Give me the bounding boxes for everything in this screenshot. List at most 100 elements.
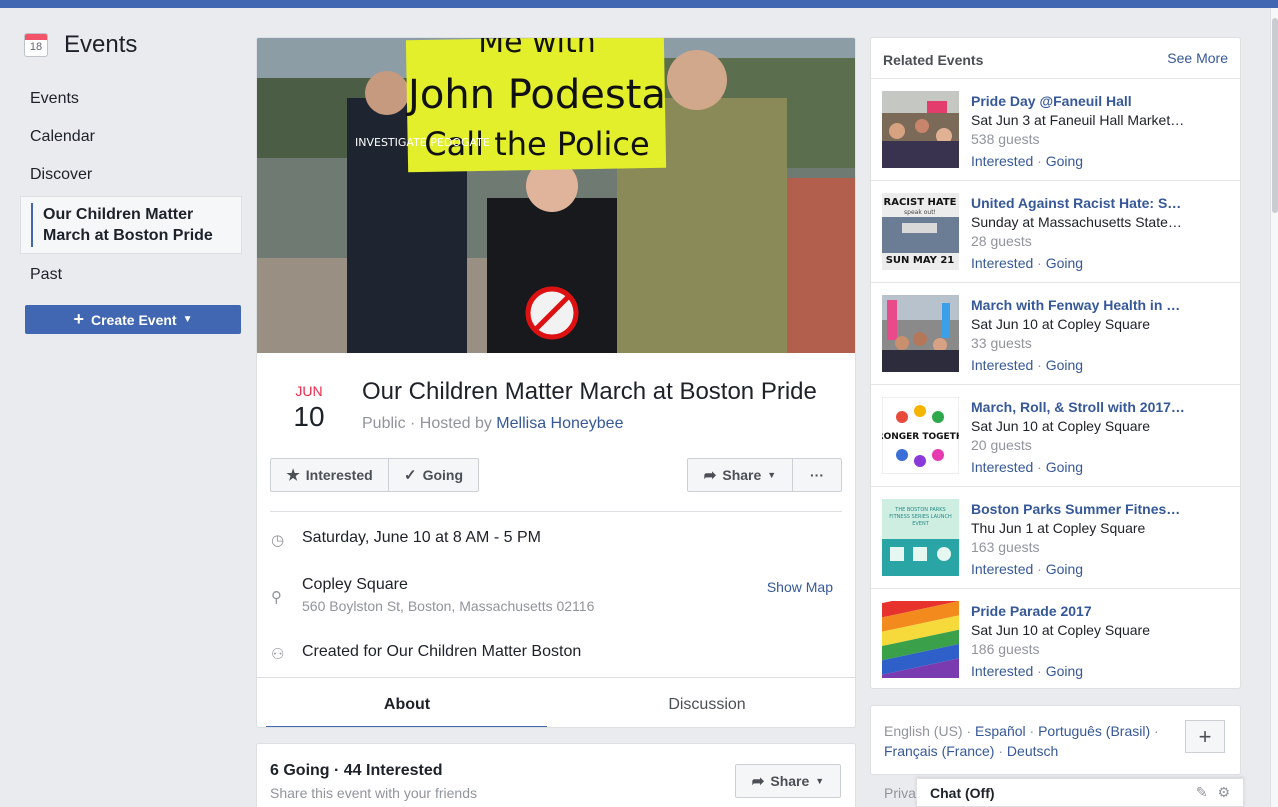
location-pin-icon: ⚲ xyxy=(271,589,282,606)
going-link[interactable]: Going xyxy=(1046,459,1083,475)
related-events-header: Related Events See More xyxy=(871,38,1240,79)
interested-button[interactable]: ★ Interested xyxy=(270,458,389,492)
location-name[interactable]: Copley Square xyxy=(302,576,408,593)
group-icon: ⚇ xyxy=(271,646,285,663)
related-event-name[interactable]: March, Roll, & Stroll with 2017… xyxy=(971,399,1196,415)
event-location-row: ⚲ Copley Square 560 Boylston St, Boston,… xyxy=(271,576,594,614)
interested-label: Interested xyxy=(305,467,373,483)
host-link[interactable]: Mellisa Honeybee xyxy=(496,415,623,432)
related-event-name[interactable]: March with Fenway Health in … xyxy=(971,297,1196,313)
tab-about[interactable]: About xyxy=(257,678,557,727)
event-thumbnail[interactable] xyxy=(882,601,959,678)
thumb-text: RONGER TOGETH xyxy=(882,432,959,442)
going-link[interactable]: Going xyxy=(1046,153,1083,169)
event-thumbnail[interactable] xyxy=(882,91,959,168)
sidebar-item-label: Discover xyxy=(30,166,93,183)
show-map-link[interactable]: Show Map xyxy=(767,579,833,595)
location-address: 560 Boylston St, Boston, Massachusetts 0… xyxy=(302,598,595,614)
tab-discussion[interactable]: Discussion xyxy=(557,678,855,727)
related-events-title: Related Events xyxy=(883,52,984,68)
sidebar-item-current-event[interactable]: Our Children Matter March at Boston Prid… xyxy=(20,196,242,254)
related-event-item[interactable]: RONGER TOGETH March, Roll, & Stroll with… xyxy=(871,385,1240,487)
guest-counts[interactable]: 6 Going · 44 Interested xyxy=(270,762,442,780)
sidebar-item-discover[interactable]: Discover xyxy=(20,156,242,194)
related-event-when: Sunday at Massachusetts State… xyxy=(971,214,1182,230)
more-icon: ··· xyxy=(810,467,824,483)
guest-summary-card: 6 Going · 44 Interested Share this event… xyxy=(256,743,856,807)
event-time: Saturday, June 10 at 8 AM - 5 PM xyxy=(302,529,541,546)
share-arrow-icon: ➦ xyxy=(703,467,717,484)
event-thumbnail[interactable]: RONGER TOGETH xyxy=(882,397,959,474)
going-link[interactable]: Going xyxy=(1046,255,1083,271)
event-thumbnail[interactable] xyxy=(882,295,959,372)
share-label: Share xyxy=(770,773,810,789)
event-thumbnail[interactable]: RACIST HATE speak out! SUN MAY 21 xyxy=(882,193,959,270)
event-month: JUN xyxy=(295,383,323,399)
event-privacy: Public · Hosted by xyxy=(362,415,492,432)
sign-line-2: John Podesta xyxy=(405,72,666,118)
related-event-item[interactable]: March with Fenway Health in … Sat Jun 10… xyxy=(871,283,1240,385)
share-event-button[interactable]: ➦ Share ▼ xyxy=(735,764,841,798)
scrollbar-thumb[interactable] xyxy=(1272,18,1278,213)
language-link[interactable]: Deutsch xyxy=(1007,743,1058,759)
language-link[interactable]: Français (France) xyxy=(884,743,994,759)
gear-icon[interactable]: ⚙ xyxy=(1217,784,1230,800)
going-link[interactable]: Going xyxy=(1046,357,1083,373)
going-button[interactable]: ✓ Going xyxy=(388,458,479,492)
share-button[interactable]: ➦ Share ▼ xyxy=(687,458,793,492)
scrollbar[interactable] xyxy=(1270,8,1278,807)
related-event-when: Sat Jun 3 at Faneuil Hall Market… xyxy=(971,112,1185,128)
sidebar-item-label: Calendar xyxy=(30,128,95,145)
event-host-line: Public · Hosted by Mellisa Honeybee xyxy=(362,415,623,433)
related-event-item[interactable]: Pride Day @Faneuil Hall Sat Jun 3 at Fan… xyxy=(871,79,1240,181)
more-options-button[interactable]: ··· xyxy=(792,458,842,492)
check-icon: ✓ xyxy=(403,467,417,484)
compose-icon[interactable]: ✎ xyxy=(1196,784,1208,800)
created-for[interactable]: Created for Our Children Matter Boston xyxy=(302,643,581,661)
interested-link[interactable]: Interested xyxy=(971,153,1033,169)
related-event-item[interactable]: Pride Parade 2017 Sat Jun 10 at Copley S… xyxy=(871,589,1240,688)
event-day: 10 xyxy=(293,401,325,432)
event-thumbnail[interactable]: THE BOSTON PARKS FITNESS SERIES LAUNCH E… xyxy=(882,499,959,576)
related-event-name[interactable]: Boston Parks Summer Fitnes… xyxy=(971,501,1196,517)
related-event-guests: 163 guests xyxy=(971,539,1040,555)
related-event-name[interactable]: Pride Parade 2017 xyxy=(971,603,1196,619)
caret-down-icon: ▼ xyxy=(182,314,193,325)
privacy-link[interactable]: Priva xyxy=(884,785,916,801)
create-event-label: Create Event xyxy=(91,311,177,328)
sidebar-title[interactable]: Events xyxy=(64,31,137,59)
related-event-name[interactable]: Pride Day @Faneuil Hall xyxy=(971,93,1196,109)
sidebar-item-events[interactable]: Events xyxy=(20,80,242,118)
interested-link[interactable]: Interested xyxy=(971,561,1033,577)
event-cover-photo[interactable]: Me with John Podesta Call the Police INV… xyxy=(257,38,855,353)
related-event-actions: Interested · Going xyxy=(971,255,1084,271)
calendar-icon-day: 18 xyxy=(29,41,43,53)
event-created-for-row: ⚇ Created for Our Children Matter Boston xyxy=(271,643,581,663)
sidebar-item-calendar[interactable]: Calendar xyxy=(20,118,242,156)
add-language-button[interactable]: + xyxy=(1185,720,1225,753)
related-event-when: Thu Jun 1 at Copley Square xyxy=(971,520,1146,536)
going-link[interactable]: Going xyxy=(1046,561,1083,577)
going-link[interactable]: Going xyxy=(1046,663,1083,679)
chat-bar[interactable]: Chat (Off) ✎ ⚙ xyxy=(916,778,1244,807)
see-more-link[interactable]: See More xyxy=(1167,50,1228,66)
clock-icon: ◷ xyxy=(271,532,285,549)
related-event-item[interactable]: THE BOSTON PARKS FITNESS SERIES LAUNCH E… xyxy=(871,487,1240,589)
interested-link[interactable]: Interested xyxy=(971,357,1033,373)
cover-image: Me with John Podesta Call the Police INV… xyxy=(257,38,855,353)
interested-link[interactable]: Interested xyxy=(971,663,1033,679)
language-link[interactable]: Português (Brasil) xyxy=(1038,723,1150,739)
related-event-item[interactable]: RACIST HATE speak out! SUN MAY 21 United… xyxy=(871,181,1240,283)
create-event-button[interactable]: + Create Event ▼ xyxy=(25,305,241,334)
interested-link[interactable]: Interested xyxy=(971,459,1033,475)
related-event-guests: 186 guests xyxy=(971,641,1040,657)
sidebar-item-label: Events xyxy=(30,90,79,107)
going-label: Going xyxy=(422,467,463,483)
related-event-name[interactable]: United Against Racist Hate: S… xyxy=(971,195,1196,211)
related-event-actions: Interested · Going xyxy=(971,459,1084,475)
sidebar-item-past[interactable]: Past xyxy=(20,256,242,294)
language-link[interactable]: Español xyxy=(975,723,1026,739)
thumb-text: RACIST HATE xyxy=(884,197,957,208)
interested-link[interactable]: Interested xyxy=(971,255,1033,271)
event-date: JUN 10 xyxy=(271,383,347,433)
